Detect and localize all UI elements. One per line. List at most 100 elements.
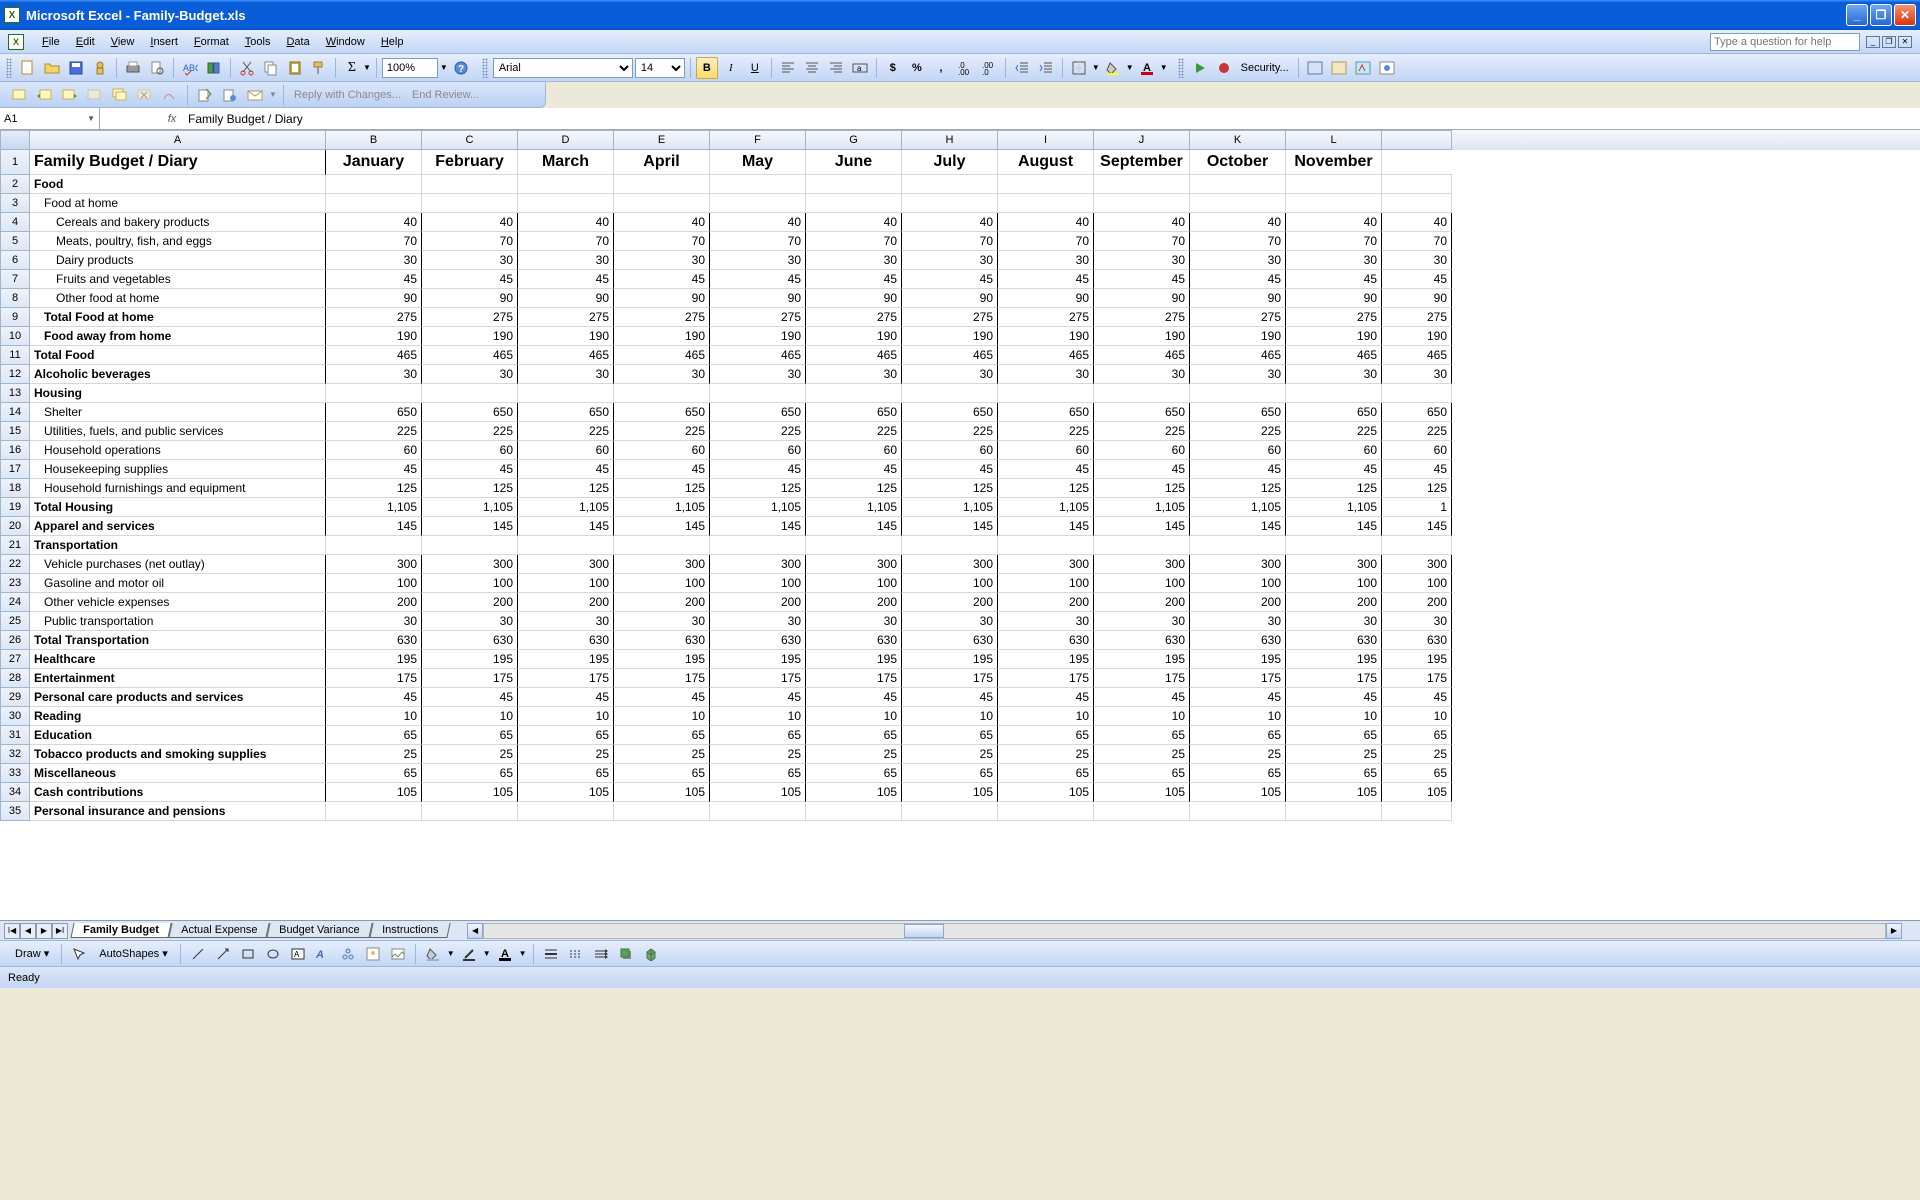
cell-H25[interactable]: 30 [902,612,998,631]
cell-E22[interactable]: 300 [614,555,710,574]
cell-G30[interactable]: 10 [806,707,902,726]
cell-C10[interactable]: 190 [422,327,518,346]
cell-F12[interactable]: 30 [710,365,806,384]
cell-J22[interactable]: 300 [1094,555,1190,574]
row-header-10[interactable]: 10 [0,327,30,346]
cell-A26[interactable]: Total Transportation [30,631,326,650]
cell-C32[interactable]: 25 [422,745,518,764]
cell-B18[interactable]: 125 [326,479,422,498]
cell-partial-24[interactable]: 200 [1382,593,1452,612]
cell-B30[interactable]: 10 [326,707,422,726]
cell-K8[interactable]: 90 [1190,289,1286,308]
cell-I29[interactable]: 45 [998,688,1094,707]
diagram-button[interactable] [337,943,359,965]
cell-A23[interactable]: Gasoline and motor oil [30,574,326,593]
cell-D32[interactable]: 25 [518,745,614,764]
cell-C25[interactable]: 30 [422,612,518,631]
cell-B26[interactable]: 630 [326,631,422,650]
cell-D13[interactable] [518,384,614,403]
cell-E27[interactable]: 195 [614,650,710,669]
cell-C3[interactable] [422,194,518,213]
cell-E1[interactable]: April [614,150,710,175]
cell-C24[interactable]: 200 [422,593,518,612]
tab-last-button[interactable]: ▶I [52,923,68,939]
cell-G29[interactable]: 45 [806,688,902,707]
cell-G34[interactable]: 105 [806,783,902,802]
cell-E3[interactable] [614,194,710,213]
cell-L10[interactable]: 190 [1286,327,1382,346]
cell-B4[interactable]: 40 [326,213,422,232]
column-header-K[interactable]: K [1190,130,1286,150]
cell-K6[interactable]: 30 [1190,251,1286,270]
cell-G9[interactable]: 275 [806,308,902,327]
cell-I4[interactable]: 40 [998,213,1094,232]
cell-partial-16[interactable]: 60 [1382,441,1452,460]
column-header-C[interactable]: C [422,130,518,150]
cell-partial-14[interactable]: 650 [1382,403,1452,422]
cell-J32[interactable]: 25 [1094,745,1190,764]
row-header-11[interactable]: 11 [0,346,30,365]
cell-G17[interactable]: 45 [806,460,902,479]
cell-D17[interactable]: 45 [518,460,614,479]
sheet-tab-actual-expense[interactable]: Actual Expense [168,923,270,938]
cell-E29[interactable]: 45 [614,688,710,707]
cell-D30[interactable]: 10 [518,707,614,726]
cell-E2[interactable] [614,175,710,194]
vb-editor-button[interactable] [1304,57,1326,79]
cell-I15[interactable]: 225 [998,422,1094,441]
menu-data[interactable]: Data [278,33,317,51]
cell-H33[interactable]: 65 [902,764,998,783]
cell-C17[interactable]: 45 [422,460,518,479]
cell-H10[interactable]: 190 [902,327,998,346]
cell-partial-21[interactable] [1382,536,1452,555]
cell-H30[interactable]: 10 [902,707,998,726]
cell-J27[interactable]: 195 [1094,650,1190,669]
cell-A1[interactable]: Family Budget / Diary [30,150,326,175]
cell-J21[interactable] [1094,536,1190,555]
cell-L7[interactable]: 45 [1286,270,1382,289]
cell-L23[interactable]: 100 [1286,574,1382,593]
cell-F31[interactable]: 65 [710,726,806,745]
row-header-19[interactable]: 19 [0,498,30,517]
cell-A31[interactable]: Education [30,726,326,745]
cell-A18[interactable]: Household furnishings and equipment [30,479,326,498]
cell-J30[interactable]: 10 [1094,707,1190,726]
cell-D19[interactable]: 1,105 [518,498,614,517]
cell-E25[interactable]: 30 [614,612,710,631]
cell-K32[interactable]: 25 [1190,745,1286,764]
cell-I6[interactable]: 30 [998,251,1094,270]
cell-E16[interactable]: 60 [614,441,710,460]
cell-C11[interactable]: 465 [422,346,518,365]
cell-B16[interactable]: 60 [326,441,422,460]
cell-I30[interactable]: 10 [998,707,1094,726]
cell-A8[interactable]: Other food at home [30,289,326,308]
cell-L28[interactable]: 175 [1286,669,1382,688]
select-objects-button[interactable] [68,943,90,965]
cell-partial-26[interactable]: 630 [1382,631,1452,650]
cell-H15[interactable]: 225 [902,422,998,441]
cell-E11[interactable]: 465 [614,346,710,365]
cell-B27[interactable]: 195 [326,650,422,669]
cell-K10[interactable]: 190 [1190,327,1286,346]
formula-input[interactable] [184,112,1920,126]
cell-C23[interactable]: 100 [422,574,518,593]
cell-B2[interactable] [326,175,422,194]
menu-edit[interactable]: Edit [68,33,103,51]
cell-H21[interactable] [902,536,998,555]
cell-H23[interactable]: 100 [902,574,998,593]
cell-D31[interactable]: 65 [518,726,614,745]
arrow-style-button[interactable] [590,943,612,965]
cell-partial-11[interactable]: 465 [1382,346,1452,365]
cell-F33[interactable]: 65 [710,764,806,783]
cell-K34[interactable]: 105 [1190,783,1286,802]
cell-I26[interactable]: 630 [998,631,1094,650]
row-header-9[interactable]: 9 [0,308,30,327]
cell-B15[interactable]: 225 [326,422,422,441]
script-editor-button[interactable] [1376,57,1398,79]
cell-D21[interactable] [518,536,614,555]
cell-I28[interactable]: 175 [998,669,1094,688]
cell-C27[interactable]: 195 [422,650,518,669]
cell-I5[interactable]: 70 [998,232,1094,251]
cell-J24[interactable]: 200 [1094,593,1190,612]
cell-A13[interactable]: Housing [30,384,326,403]
